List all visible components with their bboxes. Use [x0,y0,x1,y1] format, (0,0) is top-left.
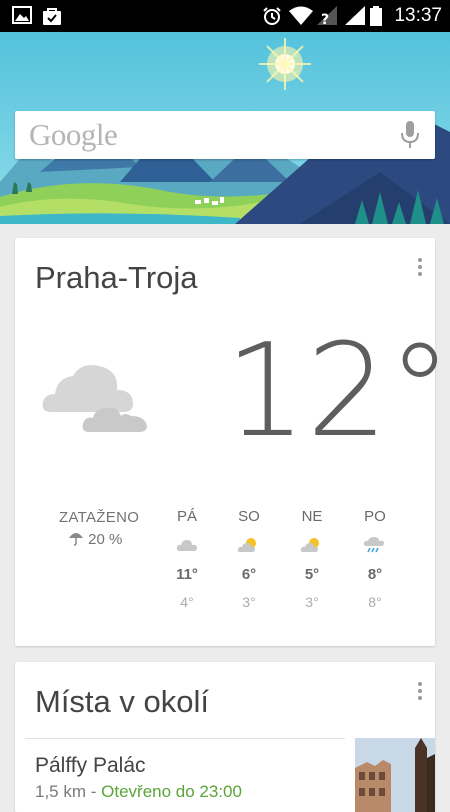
forecast-day: PÁ 11° 4° [167,508,207,610]
alarm-icon [262,6,282,31]
card-menu-icon[interactable] [417,258,423,278]
google-logo: Google [29,117,118,152]
forecast-high: 11° [176,566,198,583]
header-illustration: Google [0,32,450,224]
forecast-high: 6° [241,566,257,583]
places-title: Místa v okolí [35,684,209,719]
rain-icon [355,530,395,560]
image-icon [12,6,32,29]
cloudy-icon [167,530,207,560]
microphone-icon[interactable] [401,121,419,149]
weather-location: Praha-Troja [35,260,198,295]
battery-icon [370,6,382,31]
place-open-status: Otevřeno do 23:00 [101,782,242,801]
umbrella-icon [68,530,84,550]
forecast-day: NE 5° 3° [292,508,332,610]
forecast-day-name: SO [238,508,260,525]
place-name[interactable]: Pálffy Palác [35,754,146,778]
forecast-low: 3° [305,594,319,610]
partly-sunny-icon [292,530,332,560]
weather-card[interactable]: Praha-Troja 12° ZATAŽENO 20 % PÁ 11° 4° … [15,238,450,646]
forecast-low: 4° [180,594,194,610]
svg-text:?: ? [321,12,329,26]
signal-no-sim-icon: ? [317,6,339,31]
partly-sunny-icon [229,530,269,560]
nearby-places-card[interactable]: Místa v okolí Pálffy Palác 1,5 km - Otev… [15,662,435,812]
precipitation: 20 % [68,530,122,550]
forecast-high: 5° [304,566,320,583]
signal-icon [345,6,367,31]
forecast-day: PO 8° 8° [355,508,395,610]
forecast-day-name: PÁ [176,508,197,525]
wifi-icon [289,6,313,31]
weather-condition: ZATAŽENO [59,509,140,526]
forecast-low: 8° [368,594,382,610]
place-distance: 1,5 km [35,782,87,801]
card-menu-icon[interactable] [417,682,423,702]
forecast-day-name: PO [364,508,386,525]
clock-time: 13:37 [394,5,442,26]
forecast-day-name: NE [301,508,323,525]
forecast-day: SO 6° 3° [229,508,269,610]
cloudy-icon [41,360,151,445]
place-separator: - [86,782,102,801]
precipitation-value: 20 % [88,530,123,548]
forecast-high: 8° [367,566,383,583]
place-info: 1,5 km - Otevřeno do 23:00 [35,782,242,802]
divider [25,738,345,739]
forecast-low: 3° [242,594,256,610]
search-box[interactable]: Google [15,111,435,159]
place-photo[interactable] [355,738,435,812]
shopping-bag-icon [42,6,62,31]
current-temperature: 12° [225,317,450,466]
status-bar: ? 13:37 [0,0,450,32]
